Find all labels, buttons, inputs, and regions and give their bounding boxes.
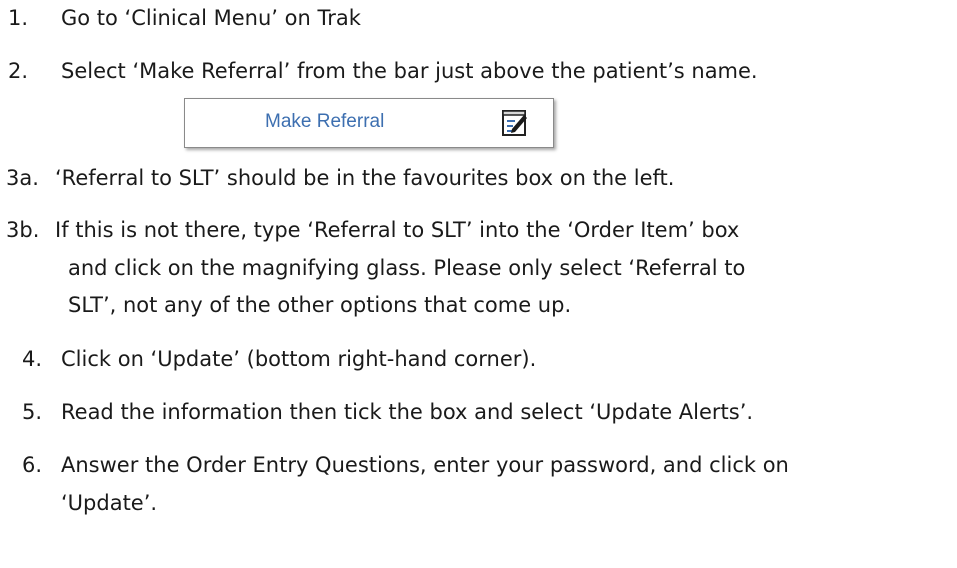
step-text: Select ‘Make Referral’ from the bar just… <box>61 59 758 83</box>
edit-notepad-icon <box>502 110 527 136</box>
step-text: Answer the Order Entry Questions, enter … <box>61 453 789 477</box>
step-text: ‘Referral to SLT’ should be in the favou… <box>55 166 675 190</box>
instructions-document: 1. Go to ‘Clinical Menu’ on Trak 2. Sele… <box>0 0 957 568</box>
step-number: 6. <box>22 453 43 477</box>
step-number: 2. <box>8 59 29 83</box>
make-referral-label: Make Referral <box>265 111 385 132</box>
step-text: Click on ‘Update’ (bottom right-hand cor… <box>61 347 537 371</box>
step-text: If this is not there, type ‘Referral to … <box>55 218 740 242</box>
make-referral-button[interactable]: Make Referral <box>184 98 554 148</box>
step-number: 3a. <box>6 166 39 190</box>
step-number: 3b. <box>6 218 40 242</box>
step-text: Go to ‘Clinical Menu’ on Trak <box>61 6 361 30</box>
step-number: 5. <box>22 400 43 424</box>
step-text-continuation: ‘Update’. <box>61 491 158 515</box>
step-text: Read the information then tick the box a… <box>61 400 754 424</box>
step-number: 1. <box>8 6 29 30</box>
step-text-continuation: and click on the magnifying glass. Pleas… <box>68 256 746 280</box>
step-number: 4. <box>22 347 43 371</box>
step-text-continuation: SLT’, not any of the other options that … <box>68 293 572 317</box>
